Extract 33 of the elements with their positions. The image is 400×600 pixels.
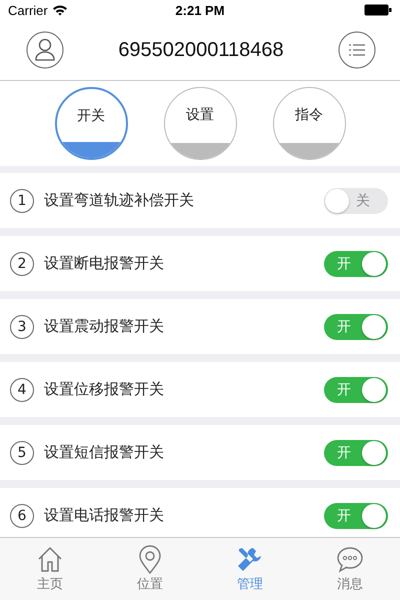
setting-label: 设置震动报警开关 bbox=[44, 317, 165, 336]
toggle-switch[interactable]: 关 bbox=[324, 188, 388, 214]
number-badge: 3 bbox=[10, 314, 34, 338]
setting-label: 设置弯道轨迹补偿开关 bbox=[44, 191, 195, 210]
toggle-switch[interactable]: 开 bbox=[324, 440, 388, 466]
segment-tab[interactable]: 开关 bbox=[54, 87, 128, 160]
menu-icon[interactable] bbox=[338, 31, 376, 69]
segment-tab[interactable]: 指令 bbox=[272, 87, 346, 160]
toggle-switch[interactable]: 开 bbox=[324, 502, 388, 528]
chat-bubble-icon bbox=[335, 545, 365, 575]
tab-bar-item[interactable]: 管理 bbox=[215, 545, 285, 593]
setting-label: 设置短信报警开关 bbox=[44, 443, 165, 462]
number-badge: 5 bbox=[10, 440, 34, 464]
device-id-title: 695502000118468 bbox=[118, 38, 284, 62]
battery-icon bbox=[364, 4, 392, 16]
carrier-name: Carrier bbox=[8, 2, 48, 18]
setting-label: 设置电话报警开关 bbox=[44, 506, 165, 525]
number-badge: 4 bbox=[10, 378, 34, 402]
number-badge: 2 bbox=[10, 252, 34, 276]
toggle-switch[interactable]: 开 bbox=[324, 376, 388, 402]
tab-bar-item[interactable]: 主页 bbox=[15, 545, 85, 593]
toggle-switch[interactable]: 开 bbox=[324, 250, 388, 276]
tab-bar-item[interactable]: 消息 bbox=[315, 545, 385, 593]
setting-label: 设置断电报警开关 bbox=[44, 254, 165, 273]
number-badge: 6 bbox=[10, 504, 34, 528]
segment-tab[interactable]: 设置 bbox=[164, 87, 236, 160]
tab-bar-item[interactable]: 位置 bbox=[115, 545, 185, 593]
toggle-switch[interactable]: 开 bbox=[324, 314, 388, 340]
number-badge: 1 bbox=[10, 188, 34, 212]
status-time: 2:21 PM bbox=[174, 2, 226, 18]
setting-label: 设置位移报警开关 bbox=[44, 380, 165, 399]
profile-icon[interactable] bbox=[26, 31, 64, 69]
wifi-icon bbox=[52, 4, 68, 16]
